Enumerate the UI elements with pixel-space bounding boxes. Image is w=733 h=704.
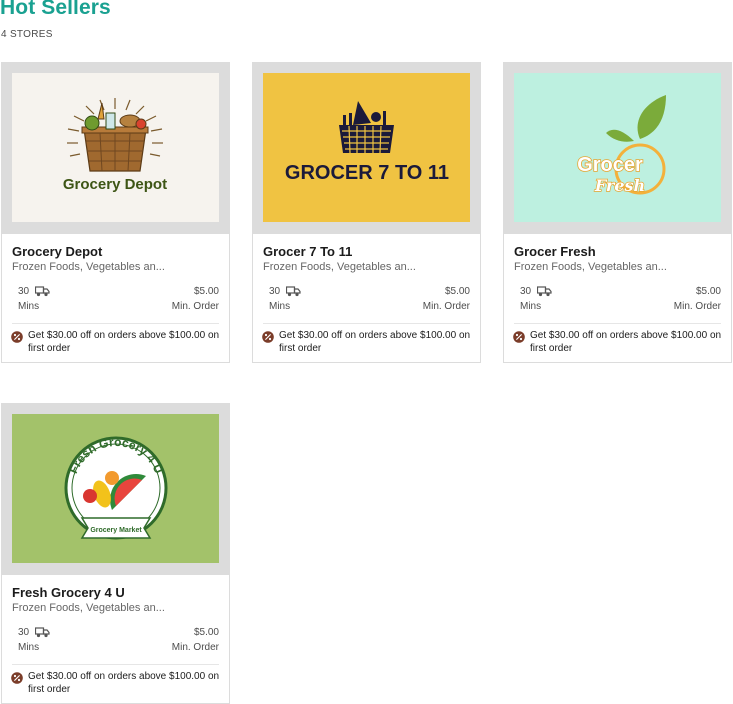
offer-text: Get $30.00 off on orders above $100.00 o… xyxy=(530,330,722,354)
store-card-grocer-fresh[interactable]: Grocer Fresh Grocer Fresh Frozen Foods, … xyxy=(503,62,732,363)
logo-banner-text: Grocery Market xyxy=(90,527,142,534)
store-name: Grocer 7 To 11 xyxy=(263,244,353,259)
divider xyxy=(12,323,219,324)
min-order-value: $5.00 xyxy=(193,286,219,297)
offer-text: Get $30.00 off on orders above $100.00 o… xyxy=(28,671,220,695)
min-order-label: Min. Order xyxy=(422,301,470,312)
divider xyxy=(12,664,219,665)
divider xyxy=(514,323,721,324)
store-categories: Frozen Foods, Vegetables an... xyxy=(263,261,416,273)
fresh-grocery-4-u-logo: Fresh Grocery 4 U Grocery Market xyxy=(12,414,219,563)
store-categories: Frozen Foods, Vegetables an... xyxy=(514,261,667,273)
logo-text-secondary: Fresh xyxy=(594,176,645,195)
grocery-depot-logo: Grocery Depot xyxy=(12,73,219,222)
store-card-grocer-7-to-11[interactable]: GROCER 7 TO 11 Grocer 7 To 11 Frozen Foo… xyxy=(252,62,481,363)
offer-text: Get $30.00 off on orders above $100.00 o… xyxy=(28,330,220,354)
store-image-frame: Fresh Grocery 4 U Grocery Market xyxy=(2,404,229,575)
delivery-time-value: 30 xyxy=(520,286,532,297)
offer-text: Get $30.00 off on orders above $100.00 o… xyxy=(279,330,471,354)
discount-icon xyxy=(513,331,525,343)
divider xyxy=(263,323,470,324)
logo-text-primary: Grocer xyxy=(577,154,643,176)
delivery-truck-icon xyxy=(35,627,50,638)
store-name: Fresh Grocery 4 U xyxy=(12,585,125,600)
store-image-frame: Grocer Fresh xyxy=(504,63,731,234)
delivery-truck-icon xyxy=(35,286,50,297)
store-image-frame: Grocery Depot xyxy=(2,63,229,234)
logo-text: Grocery Depot xyxy=(63,176,167,193)
min-order-value: $5.00 xyxy=(444,286,470,297)
store-count: 4 STORES xyxy=(1,29,53,40)
store-categories: Frozen Foods, Vegetables an... xyxy=(12,261,165,273)
delivery-time-unit: Mins xyxy=(520,301,542,312)
store-logo: GROCER 7 TO 11 xyxy=(263,73,470,222)
store-image-frame: GROCER 7 TO 11 xyxy=(253,63,480,234)
delivery-time-value: 30 xyxy=(269,286,281,297)
store-card-grocery-depot[interactable]: Grocery Depot Grocery Depot Frozen Foods… xyxy=(1,62,230,363)
delivery-time-unit: Mins xyxy=(269,301,291,312)
grocer-7-to-11-logo: GROCER 7 TO 11 xyxy=(263,73,470,222)
delivery-time-unit: Mins xyxy=(18,301,40,312)
min-order-label: Min. Order xyxy=(171,642,219,653)
store-card-fresh-grocery-4-u[interactable]: Fresh Grocery 4 U Grocery Market Fresh G… xyxy=(1,403,230,704)
min-order-label: Min. Order xyxy=(171,301,219,312)
store-categories: Frozen Foods, Vegetables an... xyxy=(12,602,165,614)
store-logo: Grocer Fresh xyxy=(514,73,721,222)
section-title: Hot Sellers xyxy=(0,0,111,19)
delivery-time-unit: Mins xyxy=(18,642,40,653)
discount-icon xyxy=(11,331,23,343)
discount-icon xyxy=(11,672,23,684)
min-order-value: $5.00 xyxy=(193,627,219,638)
delivery-truck-icon xyxy=(537,286,552,297)
store-logo: Fresh Grocery 4 U Grocery Market xyxy=(12,414,219,563)
delivery-time-value: 30 xyxy=(18,627,30,638)
delivery-truck-icon xyxy=(286,286,301,297)
store-logo: Grocery Depot xyxy=(12,73,219,222)
store-name: Grocery Depot xyxy=(12,244,103,259)
min-order-label: Min. Order xyxy=(673,301,721,312)
delivery-time-value: 30 xyxy=(18,286,30,297)
grocer-fresh-logo: Grocer Fresh xyxy=(514,73,721,222)
min-order-value: $5.00 xyxy=(695,286,721,297)
logo-text: GROCER 7 TO 11 xyxy=(285,162,449,184)
discount-icon xyxy=(262,331,274,343)
store-name: Grocer Fresh xyxy=(514,244,596,259)
